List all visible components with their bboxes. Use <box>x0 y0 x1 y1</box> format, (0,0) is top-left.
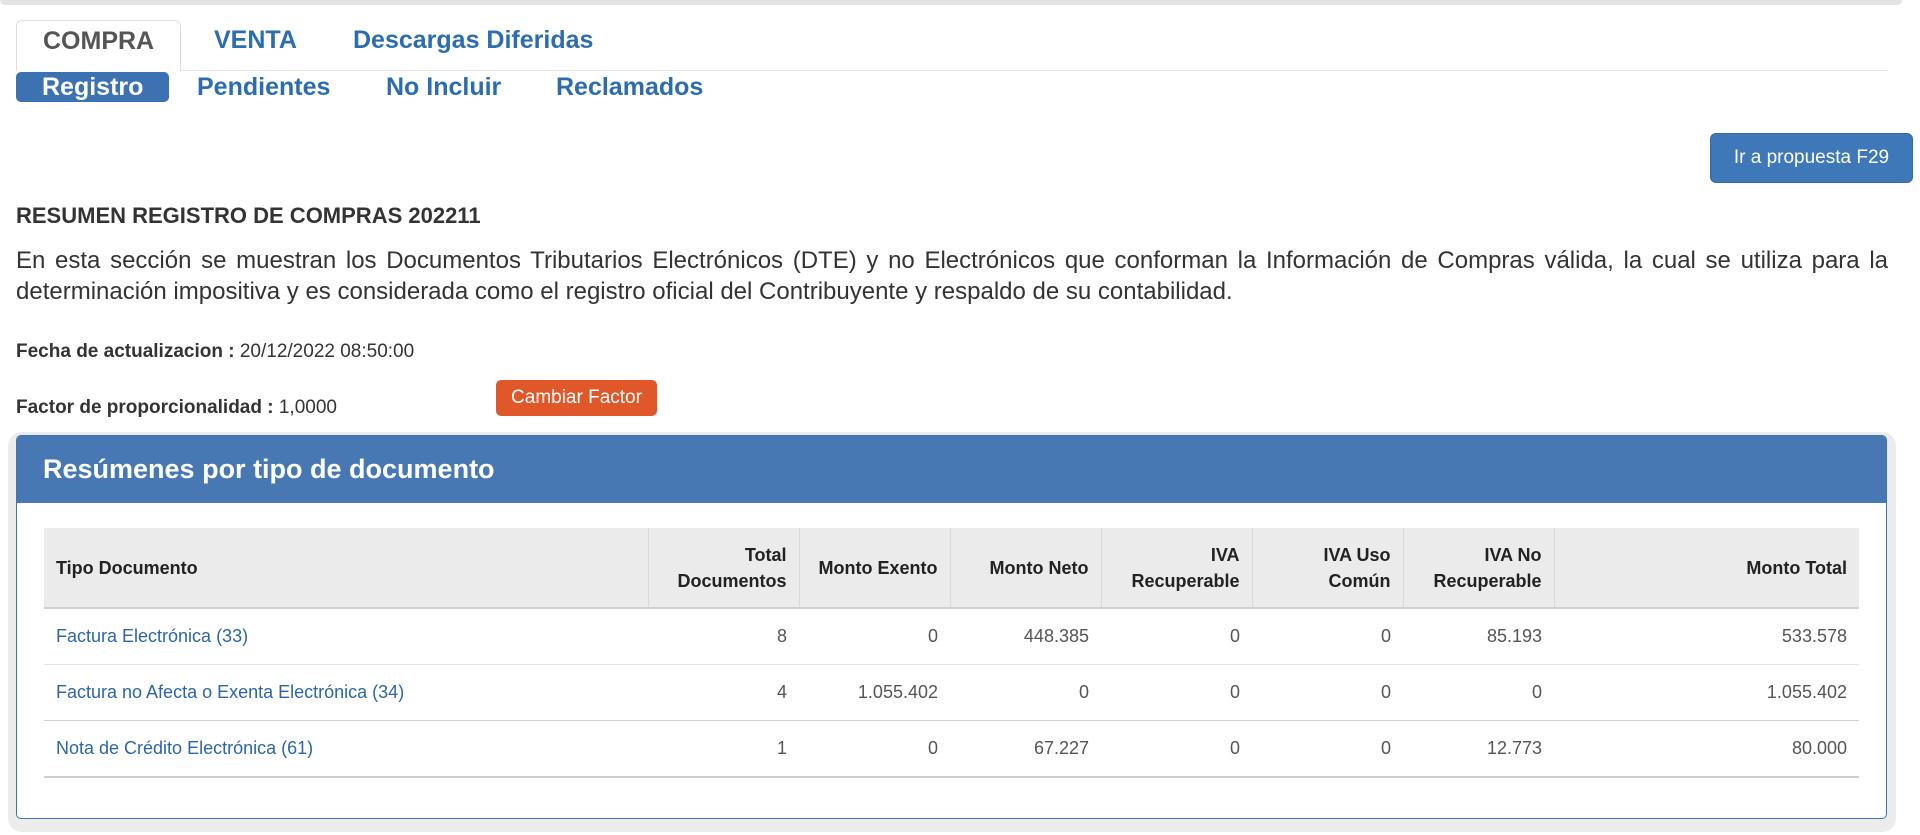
cell-iva-uso-comun: 0 <box>1252 664 1403 721</box>
cell-iva-uso-comun: 0 <box>1252 608 1403 665</box>
table-row: Nota de Crédito Electrónica (61) 1 0 67.… <box>44 720 1859 778</box>
cell-monto-neto: 67.227 <box>950 720 1101 778</box>
cell-iva-no-recuperable: 0 <box>1403 664 1554 721</box>
fecha-actualizacion: Fecha de actualizacion : 20/12/2022 08:5… <box>16 341 414 363</box>
col-iva-no-recuperable: IVA No Recuperable <box>1402 528 1554 609</box>
cell-monto-exento: 1.055.402 <box>799 664 950 721</box>
col-monto-total: Monto Total <box>1553 528 1859 609</box>
cell-iva-recuperable: 0 <box>1101 664 1252 721</box>
doc-type-link[interactable]: Factura Electrónica (33) <box>44 608 648 665</box>
cell-iva-no-recuperable: 85.193 <box>1403 608 1554 665</box>
col-total-documentos: Total Documentos <box>647 528 799 609</box>
factor-proporcionalidad: Factor de proporcionalidad : 1,0000 <box>16 397 337 419</box>
ir-propuesta-f29-button[interactable]: Ir a propuesta F29 <box>1710 133 1913 183</box>
factor-value: 1,0000 <box>278 397 337 418</box>
cell-monto-total: 80.000 <box>1554 720 1859 778</box>
page: COMPRA VENTA Descargas Diferidas Registr… <box>0 0 1920 835</box>
subtab-reclamados[interactable]: Reclamados <box>556 72 703 102</box>
fecha-label: Fecha de actualizacion : <box>16 341 235 362</box>
doc-type-link[interactable]: Nota de Crédito Electrónica (61) <box>44 720 648 778</box>
cell-monto-neto: 0 <box>950 664 1101 721</box>
cell-total-documentos: 1 <box>648 720 799 778</box>
cell-monto-exento: 0 <box>799 720 950 778</box>
table-header-row: Tipo Documento Total Documentos Monto Ex… <box>44 528 1859 609</box>
col-monto-exento: Monto Exento <box>798 528 950 609</box>
resumen-table: Tipo Documento Total Documentos Monto Ex… <box>44 528 1859 778</box>
top-frame-edge <box>0 0 1902 5</box>
resumen-panel: Resúmenes por tipo de documento Tipo Doc… <box>16 435 1887 819</box>
col-iva-recuperable: IVA Recuperable <box>1100 528 1252 609</box>
fecha-value: 20/12/2022 08:50:00 <box>239 341 415 362</box>
tab-venta[interactable]: VENTA <box>214 20 297 70</box>
subtab-pendientes[interactable]: Pendientes <box>197 72 330 102</box>
page-title: RESUMEN REGISTRO DE COMPRAS 202211 <box>16 203 481 228</box>
tab-compra[interactable]: COMPRA <box>16 20 182 71</box>
cell-iva-recuperable: 0 <box>1101 720 1252 778</box>
col-iva-uso-comun: IVA Uso Común <box>1251 528 1403 609</box>
tab-descargas-diferidas[interactable]: Descargas Diferidas <box>353 20 593 70</box>
cell-total-documentos: 4 <box>648 664 799 721</box>
panel-title: Resúmenes por tipo de documento <box>17 436 1886 503</box>
intro-text: En esta sección se muestran los Document… <box>16 247 1888 305</box>
cell-total-documentos: 8 <box>648 608 799 665</box>
table-row: Factura no Afecta o Exenta Electrónica (… <box>44 664 1859 721</box>
subtab-registro[interactable]: Registro <box>16 72 170 102</box>
doc-type-link[interactable]: Factura no Afecta o Exenta Electrónica (… <box>44 664 648 721</box>
cell-monto-exento: 0 <box>799 608 950 665</box>
cell-iva-recuperable: 0 <box>1101 608 1252 665</box>
subtab-no-incluir[interactable]: No Incluir <box>386 72 501 102</box>
cell-iva-uso-comun: 0 <box>1252 720 1403 778</box>
table-row: Factura Electrónica (33) 8 0 448.385 0 0… <box>44 608 1859 665</box>
factor-label: Factor de proporcionalidad : <box>16 397 274 418</box>
cell-monto-total: 1.055.402 <box>1554 664 1859 721</box>
main-tabs: COMPRA VENTA Descargas Diferidas <box>16 20 1888 71</box>
cell-monto-neto: 448.385 <box>950 608 1101 665</box>
cell-iva-no-recuperable: 12.773 <box>1403 720 1554 778</box>
col-monto-neto: Monto Neto <box>949 528 1101 609</box>
col-tipo-documento: Tipo Documento <box>44 528 648 609</box>
cambiar-factor-button[interactable]: Cambiar Factor <box>496 380 657 416</box>
cell-monto-total: 533.578 <box>1554 608 1859 665</box>
